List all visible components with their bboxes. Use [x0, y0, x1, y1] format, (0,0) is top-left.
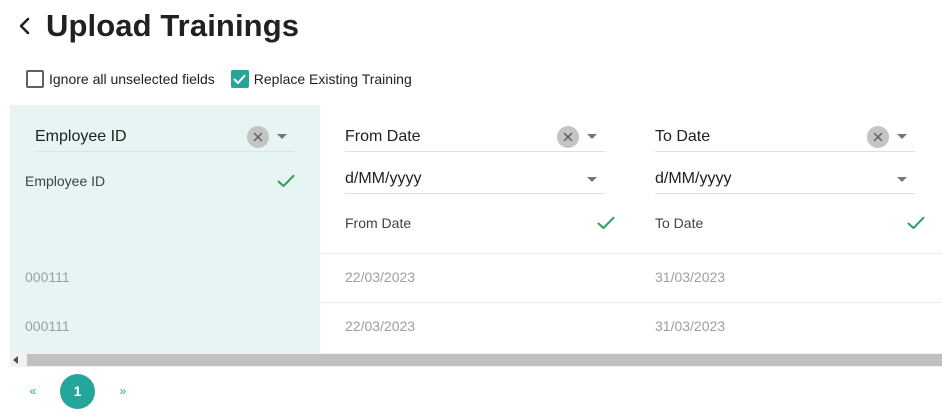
dropdown-arrow-icon[interactable] [889, 127, 915, 147]
page-title: Upload Trainings [46, 8, 300, 43]
dropdown-arrow-icon[interactable] [579, 127, 605, 147]
dropdown-arrow-icon[interactable] [269, 127, 295, 147]
table-cell: 31/03/2023 [655, 269, 726, 285]
ignore-unselected-option[interactable]: Ignore all unselected fields [26, 70, 215, 88]
date-format-value: d/MM/yyyy [655, 170, 732, 187]
header-divider [320, 253, 942, 254]
dropdown-arrow-icon[interactable] [579, 169, 605, 189]
table-cell: 31/03/2023 [655, 318, 726, 334]
table-cell: 000111 [25, 318, 70, 334]
table-cell: 22/03/2023 [345, 269, 416, 285]
upload-options: Ignore all unselected fields Replace Exi… [26, 69, 428, 89]
check-icon [597, 216, 615, 229]
field-select-to-date[interactable]: To Date [655, 122, 915, 152]
dropdown-arrow-icon[interactable] [889, 169, 915, 189]
next-page-button[interactable]: » [116, 384, 130, 398]
page-header: Upload Trainings [18, 6, 299, 46]
scroll-left-arrow-icon[interactable] [13, 356, 18, 364]
mapped-column-label: From Date [345, 215, 412, 231]
field-select-from-date[interactable]: From Date [345, 122, 605, 152]
mapped-column-employee-id: Employee ID [25, 173, 295, 189]
mapped-column-from-date: From Date [345, 215, 615, 231]
clear-icon[interactable] [557, 125, 579, 148]
check-icon [233, 74, 246, 84]
mapped-column-label: Employee ID [25, 173, 106, 189]
scrollbar-thumb[interactable] [27, 354, 942, 366]
mapped-column-label: To Date [655, 215, 704, 231]
field-select-employee-id[interactable]: Employee ID [35, 122, 295, 152]
clear-icon[interactable] [247, 125, 269, 148]
horizontal-scrollbar[interactable] [10, 353, 942, 367]
table-cell: 22/03/2023 [345, 318, 416, 334]
check-icon [277, 174, 295, 187]
row-divider [320, 302, 942, 303]
pagination: « 1 » [26, 373, 130, 409]
mapped-column-to-date: To Date [655, 215, 925, 231]
ignore-unselected-checkbox[interactable] [26, 70, 44, 88]
field-select-value: Employee ID [35, 127, 127, 145]
ignore-unselected-label: Ignore all unselected fields [49, 71, 215, 87]
check-icon [907, 216, 925, 229]
previous-page-button[interactable]: « [26, 384, 40, 398]
page-1-button[interactable]: 1 [60, 373, 95, 409]
column-from-date: From Date d/MM/yyyy From Date 22/03/2023… [320, 105, 630, 353]
date-format-select-to-date[interactable]: d/MM/yyyy [655, 165, 915, 194]
column-employee-id: Employee ID Employee ID 000111 000111 [10, 105, 320, 353]
back-button[interactable] [18, 11, 40, 41]
column-mapping-grid: Employee ID Employee ID 000111 000111 Fr… [10, 105, 942, 353]
clear-icon[interactable] [867, 125, 889, 148]
replace-existing-option[interactable]: Replace Existing Training [230, 70, 412, 88]
chevron-left-icon [19, 17, 30, 35]
table-cell: 000111 [25, 269, 70, 285]
field-select-value: To Date [655, 127, 711, 145]
field-select-value: From Date [345, 127, 421, 145]
column-to-date: To Date d/MM/yyyy To Date 31/03/2023 31/… [630, 105, 940, 353]
date-format-value: d/MM/yyyy [345, 170, 422, 187]
date-format-select-from-date[interactable]: d/MM/yyyy [345, 165, 605, 194]
replace-existing-checkbox[interactable] [230, 70, 249, 88]
replace-existing-label: Replace Existing Training [253, 71, 412, 87]
